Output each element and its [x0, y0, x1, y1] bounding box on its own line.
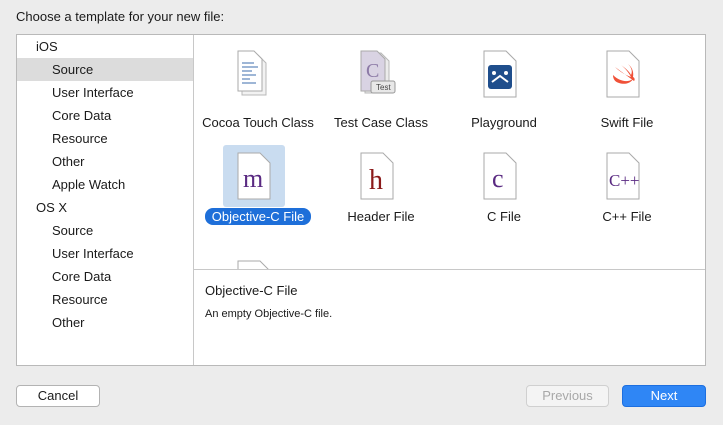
cpp-file-icon: C++ — [592, 145, 654, 207]
test-case-class-icon: C Test — [346, 43, 408, 105]
sidebar-item-osx-other[interactable]: Other — [17, 311, 193, 334]
sidebar-group-osx[interactable]: OS X — [17, 196, 193, 219]
sidebar-item-ios-user-interface[interactable]: User Interface — [17, 81, 193, 104]
template-cocoa-touch-class[interactable]: Cocoa Touch Class — [197, 43, 319, 143]
template-label: Header File — [347, 209, 415, 224]
cpp-glyph: C++ — [609, 171, 640, 190]
playground-icon — [469, 43, 531, 105]
template-playground[interactable]: Playground — [443, 43, 565, 143]
sidebar-group-ios[interactable]: iOS — [17, 35, 193, 58]
template-label: Test Case Class — [334, 115, 428, 130]
cancel-button[interactable]: Cancel — [16, 385, 100, 407]
template-content: Cocoa Touch Class C Test Test Case Class — [194, 35, 705, 365]
template-partial[interactable] — [197, 253, 319, 269]
template-cpp-file[interactable]: C++ C++ File — [566, 145, 688, 225]
description-title: Objective-C File — [205, 283, 298, 298]
swift-icon — [592, 43, 654, 105]
template-c-file[interactable]: c C File — [443, 145, 565, 225]
template-description: Objective-C File An empty Objective-C fi… — [205, 283, 332, 320]
sidebar-item-osx-user-interface[interactable]: User Interface — [17, 242, 193, 265]
sidebar-item-ios-resource[interactable]: Resource — [17, 127, 193, 150]
template-swift-file[interactable]: Swift File — [566, 43, 688, 143]
test-badge: Test — [376, 83, 391, 92]
next-button[interactable]: Next — [622, 385, 706, 407]
header-glyph: h — [369, 165, 383, 196]
sidebar-item-ios-source[interactable]: Source — [17, 58, 193, 81]
objc-glyph: m — [243, 164, 263, 193]
sidebar-item-ios-apple-watch[interactable]: Apple Watch — [17, 173, 193, 196]
sidebar-item-osx-source[interactable]: Source — [17, 219, 193, 242]
description-text: An empty Objective-C file. — [205, 308, 333, 320]
dialog-prompt: Choose a template for your new file: — [16, 9, 225, 24]
previous-button[interactable]: Previous — [526, 385, 609, 407]
template-label: Playground — [471, 115, 537, 130]
template-header-file[interactable]: h Header File — [320, 145, 442, 225]
template-label: Cocoa Touch Class — [202, 115, 314, 130]
template-objective-c-file[interactable]: m Objective-C File — [197, 145, 319, 225]
test-case-glyph: C — [366, 60, 379, 82]
file-icon — [223, 253, 285, 269]
template-label: C++ File — [602, 209, 652, 224]
sidebar-item-ios-core-data[interactable]: Core Data — [17, 104, 193, 127]
cocoa-touch-class-icon — [223, 43, 285, 105]
header-file-icon: h — [346, 145, 408, 207]
template-label: Objective-C File — [197, 208, 319, 225]
sidebar-item-osx-core-data[interactable]: Core Data — [17, 265, 193, 288]
platform-sidebar: iOS Source User Interface Core Data Reso… — [17, 35, 194, 365]
template-chooser: iOS Source User Interface Core Data Reso… — [16, 34, 706, 366]
objective-c-file-icon: m — [223, 145, 285, 207]
sidebar-item-osx-resource[interactable]: Resource — [17, 288, 193, 311]
template-label: C File — [487, 209, 521, 224]
template-grid: Cocoa Touch Class C Test Test Case Class — [194, 35, 705, 270]
template-test-case-class[interactable]: C Test Test Case Class — [320, 43, 442, 143]
selected-template-label: Objective-C File — [204, 208, 312, 225]
template-label: Swift File — [600, 115, 654, 130]
c-glyph: c — [492, 164, 504, 193]
sidebar-item-ios-other[interactable]: Other — [17, 150, 193, 173]
c-file-icon: c — [469, 145, 531, 207]
